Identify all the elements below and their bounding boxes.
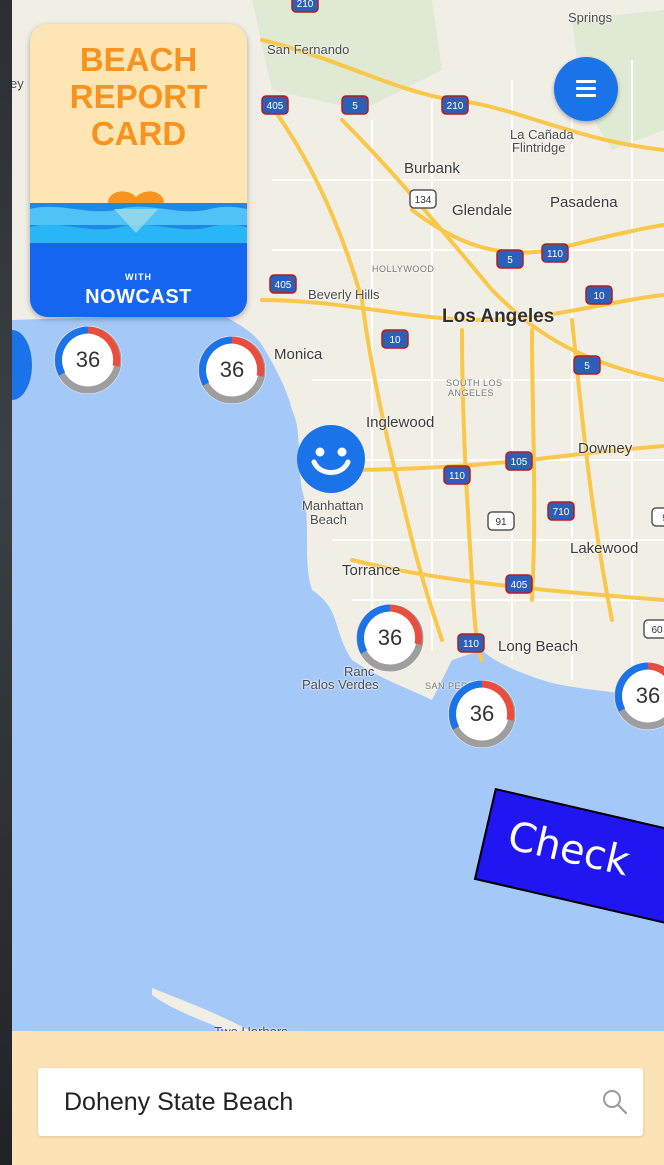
highway-shield-label: 405 bbox=[275, 280, 292, 291]
highway-shield-label: 110 bbox=[463, 639, 479, 650]
place-label-los-angeles: Los Angeles bbox=[442, 306, 555, 327]
highway-shield-label: 91 bbox=[495, 517, 507, 528]
highway-shield-label: 10 bbox=[593, 291, 605, 302]
place-label-lakewood: Lakewood bbox=[570, 540, 639, 557]
place-label-long-beach: Long Beach bbox=[498, 638, 579, 655]
place-label-hollywood: HOLLYWOOD bbox=[372, 264, 435, 274]
hamburger-menu-icon bbox=[576, 87, 596, 90]
place-label-downey: Downey bbox=[578, 440, 633, 457]
highway-shield: 210 bbox=[441, 95, 469, 115]
highway-shield: 91 bbox=[487, 511, 515, 531]
place-label-angeles: ANGELES bbox=[448, 388, 495, 398]
highway-shield-label: 10 bbox=[389, 335, 401, 346]
highway-shield: 5 bbox=[496, 249, 524, 269]
highway-shield-label: 5 bbox=[507, 255, 513, 266]
cluster-count: 36 bbox=[469, 701, 495, 726]
highway-shield: 9 bbox=[651, 507, 664, 527]
search-value: Doheny State Beach bbox=[64, 1088, 294, 1116]
highway-shield-label: 210 bbox=[447, 101, 464, 112]
logo-line-2: REPORT bbox=[69, 78, 208, 115]
highway-shield: 405 bbox=[505, 574, 533, 594]
highway-shield: 110 bbox=[443, 465, 471, 485]
highway-shield: 10 bbox=[585, 285, 613, 305]
search-icon[interactable] bbox=[601, 1088, 629, 1116]
place-label-monica: Monica bbox=[274, 346, 323, 363]
place-label-glendale: Glendale bbox=[452, 202, 513, 219]
beach-cluster-marker[interactable]: 36 bbox=[194, 332, 270, 408]
place-label-pasadena: Pasadena bbox=[550, 194, 618, 211]
place-label-flintridge: Flintridge bbox=[512, 140, 566, 155]
highway-shield: 405 bbox=[261, 95, 289, 115]
logo-line-1: BEACH bbox=[79, 41, 198, 78]
highway-shield: 210 bbox=[291, 0, 319, 13]
highway-shield-label: 710 bbox=[553, 507, 570, 518]
highway-shield-label: 60 bbox=[651, 625, 663, 636]
place-label-manhattan: Manhattan bbox=[302, 498, 364, 513]
highway-shield: 710 bbox=[547, 501, 575, 521]
highway-shield: 110 bbox=[457, 633, 485, 653]
search-input[interactable]: Doheny State Beach bbox=[38, 1068, 643, 1136]
highway-shield-label: 5 bbox=[352, 101, 358, 112]
highway-shield-label: 210 bbox=[297, 0, 314, 10]
highway-shield: 105 bbox=[505, 451, 533, 471]
beach-cluster-marker[interactable]: 36 bbox=[444, 676, 520, 752]
logo-nowcast: NOWCAST bbox=[85, 286, 192, 308]
highway-shield-label: 105 bbox=[511, 457, 528, 468]
place-label-south-los: SOUTH LOS bbox=[446, 378, 503, 388]
smiley-face-icon bbox=[297, 425, 365, 493]
place-label-torrance: Torrance bbox=[342, 562, 401, 579]
highway-shield: 405 bbox=[269, 274, 297, 294]
hamburger-menu-icon bbox=[576, 94, 596, 97]
highway-shield-label: 405 bbox=[511, 580, 528, 591]
left-edge-background bbox=[0, 0, 12, 1165]
banner-text: Check bbox=[503, 812, 634, 886]
highway-shield-label: 110 bbox=[547, 249, 563, 260]
cluster-count: 36 bbox=[377, 625, 403, 650]
place-label-springs: Springs bbox=[568, 10, 613, 25]
highway-shield: 60 bbox=[643, 619, 664, 639]
beach-cluster-marker[interactable]: 36 bbox=[50, 322, 126, 398]
place-label-inglewood: Inglewood bbox=[366, 414, 435, 431]
highway-shield-label: 5 bbox=[584, 361, 590, 372]
logo-line-3: CARD bbox=[90, 115, 187, 152]
place-label-beach: Beach bbox=[310, 512, 347, 527]
beach-cluster-marker[interactable]: 36 bbox=[352, 600, 428, 676]
beach-marker[interactable] bbox=[296, 424, 366, 494]
highway-shield: 110 bbox=[541, 243, 569, 263]
app-logo: BEACH REPORT CARD WITH NOWCAST bbox=[30, 24, 247, 317]
place-label-beverly-hills: Beverly Hills bbox=[308, 287, 380, 302]
highway-shield: 5 bbox=[573, 355, 601, 375]
highway-shield-label: 134 bbox=[415, 195, 432, 206]
highway-shield: 5 bbox=[341, 95, 369, 115]
cluster-count: 36 bbox=[219, 357, 245, 382]
highway-shield: 134 bbox=[409, 189, 437, 209]
highway-shield-label: 405 bbox=[267, 101, 284, 112]
cluster-count: 36 bbox=[635, 683, 661, 708]
hamburger-menu-icon bbox=[576, 80, 596, 83]
menu-button[interactable] bbox=[554, 57, 618, 121]
highway-shield: 10 bbox=[381, 329, 409, 349]
highway-shield-label: 110 bbox=[449, 471, 465, 482]
logo-with: WITH bbox=[125, 272, 152, 282]
place-label-ey: ey bbox=[12, 76, 24, 91]
search-panel: Doheny State Beach bbox=[12, 1031, 664, 1165]
place-label-burbank: Burbank bbox=[404, 160, 460, 177]
beach-cluster-marker[interactable]: 36 bbox=[610, 658, 664, 734]
place-label-palos-verdes: Palos Verdes bbox=[302, 677, 379, 692]
place-label-san-fernando: San Fernando bbox=[267, 42, 350, 57]
map-viewport[interactable]: 210 405 5 210 134 5 110 405 10 10 5 110 105 710 91 405 1… bbox=[12, 0, 664, 1165]
cluster-count: 36 bbox=[75, 347, 101, 372]
